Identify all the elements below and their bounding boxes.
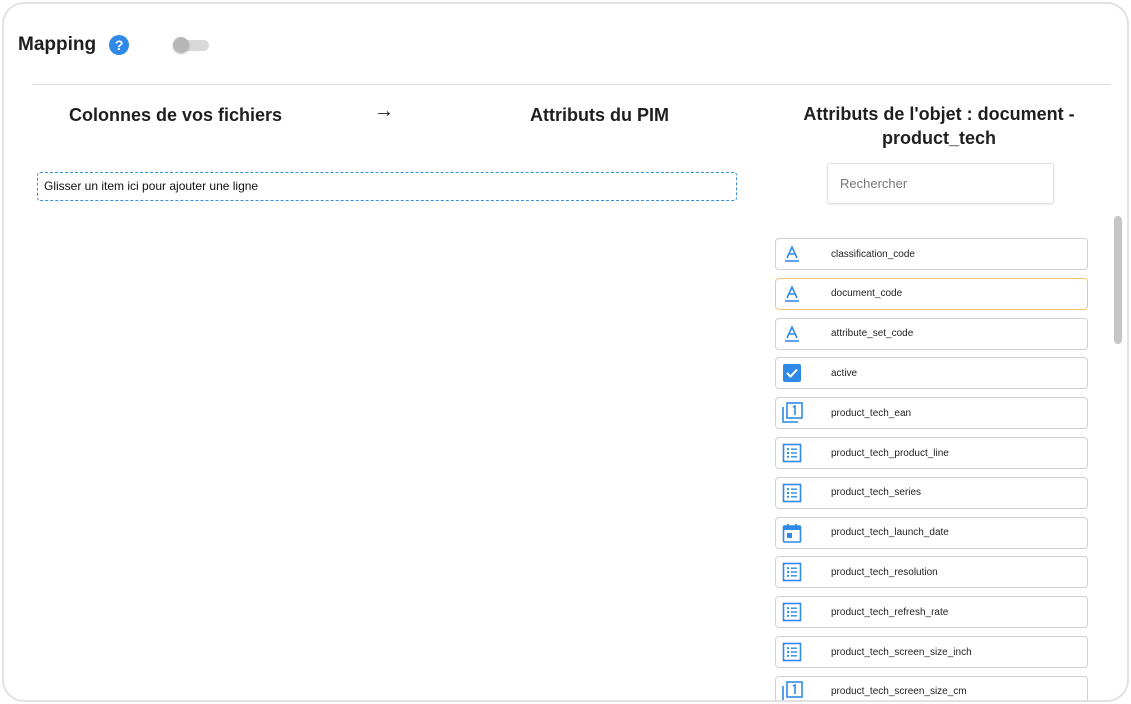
attribute-label: document_code xyxy=(831,288,903,300)
attribute-item[interactable]: product_tech_screen_size_inch xyxy=(775,636,1088,668)
list-icon xyxy=(781,641,803,663)
text-icon xyxy=(781,283,803,305)
page-title: Mapping xyxy=(18,34,97,55)
attribute-label: product_tech_ean xyxy=(831,407,912,419)
attribute-item[interactable]: product_tech_launch_date xyxy=(775,516,1088,549)
text-icon xyxy=(781,243,803,265)
mapping-panel: Mapping ? Colonnes de vos fichiers → Att… xyxy=(2,2,1129,702)
attribute-label: active xyxy=(831,367,858,379)
attribute-item[interactable]: product_tech_resolution xyxy=(775,556,1088,589)
attribute-item[interactable]: active xyxy=(775,357,1088,390)
attribute-label: classification_code xyxy=(831,248,915,260)
attribute-label: product_tech_refresh_rate xyxy=(831,606,949,618)
attribute-item[interactable]: classification_code xyxy=(775,238,1088,270)
drop-zone[interactable]: Glisser un item ici pour ajouter une lig… xyxy=(37,172,737,201)
pim-column-title: Attributs du PIM xyxy=(530,105,669,125)
attribute-label: product_tech_launch_date xyxy=(831,527,949,539)
attribute-item[interactable]: product_tech_screen_size_cm xyxy=(775,675,1088,700)
object-attributes-title: Attributs de l'objet : document - produc… xyxy=(803,104,1075,148)
mapping-toggle[interactable] xyxy=(173,37,210,53)
attribute-list-scrollbar[interactable] xyxy=(1112,214,1124,700)
attribute-item[interactable]: product_tech_series xyxy=(775,476,1088,509)
scrollbar-thumb[interactable] xyxy=(1114,216,1122,344)
files-column-title: Colonnes de vos fichiers xyxy=(69,105,283,125)
checkbox-icon xyxy=(781,362,803,384)
attribute-item[interactable]: document_code xyxy=(775,277,1088,310)
attribute-list: classification_code document_code attribut… xyxy=(775,238,1089,700)
list-icon xyxy=(781,561,803,583)
search-input[interactable] xyxy=(827,163,1054,204)
identifier-icon xyxy=(781,402,803,424)
attribute-item[interactable]: product_tech_refresh_rate xyxy=(775,596,1088,629)
list-icon xyxy=(781,482,803,504)
mapping-header: Mapping ? xyxy=(18,32,210,58)
attribute-label: product_tech_product_line xyxy=(831,447,949,459)
attribute-label: product_tech_screen_size_cm xyxy=(831,686,967,698)
header-divider xyxy=(32,84,1110,85)
calendar-icon xyxy=(781,522,803,544)
attribute-item[interactable]: product_tech_product_line xyxy=(775,437,1088,469)
attribute-item[interactable]: product_tech_ean xyxy=(775,397,1088,430)
identifier-icon xyxy=(781,680,803,700)
text-icon xyxy=(781,323,803,345)
arrow-right-icon: → xyxy=(374,100,394,122)
attribute-label: attribute_set_code xyxy=(831,328,914,340)
attribute-label: product_tech_resolution xyxy=(831,566,938,578)
help-icon[interactable]: ? xyxy=(109,35,130,55)
list-icon xyxy=(781,442,803,464)
attribute-item[interactable]: attribute_set_code xyxy=(775,317,1088,350)
toggle-knob[interactable] xyxy=(173,37,190,53)
list-icon xyxy=(781,601,803,623)
attribute-label: product_tech_series xyxy=(831,487,922,499)
attribute-label: product_tech_screen_size_inch xyxy=(831,646,972,658)
